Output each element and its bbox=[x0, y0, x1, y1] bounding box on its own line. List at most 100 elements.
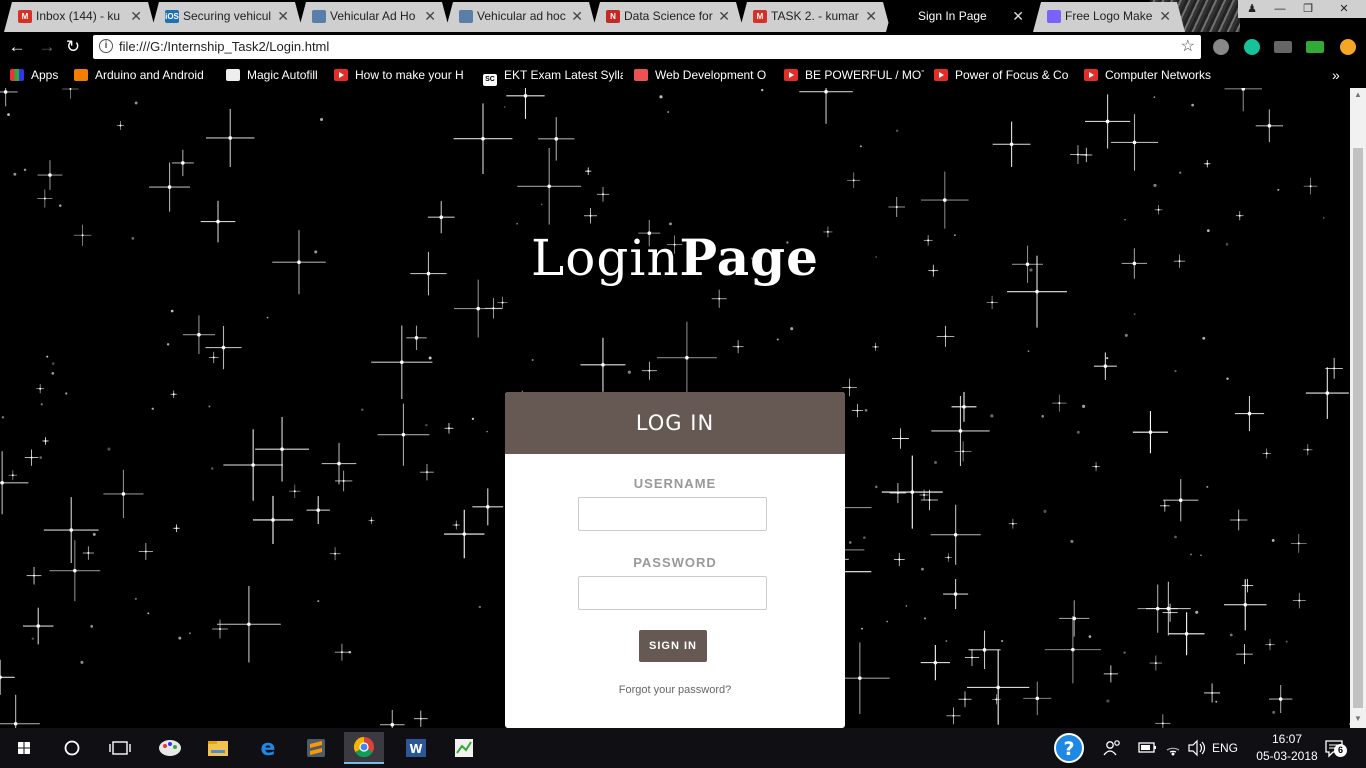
star-dot bbox=[1226, 377, 1229, 380]
minimize-button[interactable]: — bbox=[1266, 0, 1294, 18]
bookmark-item[interactable]: Arduino and Android bbox=[74, 62, 214, 88]
cortana-icon[interactable] bbox=[52, 732, 92, 764]
more-bookmarks-button[interactable]: » bbox=[1332, 62, 1340, 88]
star-sparkle bbox=[1059, 600, 1090, 637]
clock[interactable]: 16:07 05-03-2018 bbox=[1256, 731, 1318, 765]
notepadpp-icon[interactable] bbox=[444, 732, 484, 764]
close-tab-icon[interactable]: ✕ bbox=[865, 2, 877, 30]
edge-icon[interactable]: e bbox=[248, 732, 288, 764]
n-icon: N bbox=[606, 10, 620, 23]
address-bar[interactable]: i file:///G:/Internship_Task2/Login.html… bbox=[93, 35, 1201, 59]
bookmark-item[interactable]: Magic Autofill bbox=[226, 62, 326, 88]
wifi-icon[interactable] bbox=[1163, 728, 1183, 768]
scroll-up-icon[interactable]: ▲ bbox=[1354, 90, 1362, 99]
page-scrollbar[interactable]: ▲ ▼ bbox=[1350, 88, 1366, 728]
close-tab-icon[interactable]: ✕ bbox=[1159, 2, 1171, 30]
star-dot bbox=[65, 392, 68, 395]
star-dot bbox=[39, 456, 43, 459]
battery-icon[interactable] bbox=[1137, 728, 1159, 768]
star-sparkle bbox=[732, 340, 744, 354]
site-info-icon[interactable]: i bbox=[99, 39, 113, 53]
bookmark-item[interactable]: Web Development O bbox=[634, 62, 774, 88]
bookmark-star-icon[interactable]: ☆ bbox=[1181, 35, 1195, 59]
star-sparkle bbox=[711, 289, 727, 308]
bookmarks-bar: Apps Arduino and Android Magic Autofill How… bbox=[0, 62, 1366, 88]
browser-tab[interactable]: M TASK 2. - kumar ✕ bbox=[739, 2, 891, 32]
star-dot bbox=[1106, 699, 1110, 703]
star-sparkle bbox=[1162, 603, 1178, 622]
username-input[interactable] bbox=[578, 497, 767, 531]
star-dot bbox=[170, 309, 174, 313]
task-view-icon[interactable] bbox=[100, 732, 140, 764]
browser-tab-strip: M Inbox (144) - ku ✕ iOS Securing vehicul ✕ Ve… bbox=[0, 0, 1366, 32]
paint-icon[interactable] bbox=[150, 732, 190, 764]
browser-tab[interactable]: Vehicular ad hoc ✕ bbox=[445, 2, 597, 32]
notification-center-icon[interactable]: 6 bbox=[1322, 728, 1350, 768]
bookmark-item[interactable]: Power of Focus & Co bbox=[934, 62, 1074, 88]
star-sparkle bbox=[406, 325, 427, 350]
sublime-icon[interactable] bbox=[296, 732, 336, 764]
browser-tab[interactable]: M Inbox (144) - ku ✕ bbox=[4, 2, 156, 32]
scrollbar-thumb[interactable] bbox=[1353, 148, 1363, 708]
star-sparkle bbox=[1052, 394, 1067, 412]
star-dot bbox=[861, 627, 863, 630]
extension-info-icon[interactable] bbox=[1213, 39, 1229, 55]
bookmark-label: EKT Exam Latest Sylla bbox=[504, 68, 623, 82]
bookmark-item[interactable]: Apps bbox=[10, 62, 70, 88]
chrome-icon[interactable] bbox=[344, 732, 384, 764]
update-icon[interactable] bbox=[1340, 39, 1356, 55]
help-icon[interactable]: ? bbox=[1052, 728, 1086, 768]
close-tab-icon[interactable]: ✕ bbox=[718, 2, 730, 30]
star-dot bbox=[895, 129, 899, 132]
browser-tab[interactable]: Sign In Page ✕ bbox=[886, 2, 1038, 32]
sign-in-button[interactable]: SIGN IN bbox=[639, 630, 707, 662]
star-dot bbox=[886, 620, 889, 623]
star-sparkle bbox=[497, 296, 508, 309]
language-indicator[interactable]: ENG bbox=[1212, 728, 1238, 768]
bookmark-item[interactable]: Computer Networks bbox=[1084, 62, 1214, 88]
scroll-down-icon[interactable]: ▼ bbox=[1354, 714, 1362, 723]
ios-icon: iOS bbox=[165, 12, 179, 21]
forward-icon[interactable]: → bbox=[36, 36, 58, 58]
close-tab-icon[interactable]: ✕ bbox=[571, 2, 583, 30]
grammarly-icon[interactable] bbox=[1244, 39, 1260, 55]
forgot-password-link[interactable]: Forgot your password? bbox=[505, 684, 845, 696]
bookmark-item[interactable]: SC EKT Exam Latest Sylla bbox=[483, 62, 623, 88]
star-dot bbox=[1043, 509, 1047, 513]
address-url[interactable]: file:///G:/Internship_Task2/Login.html bbox=[119, 35, 329, 59]
star-dot bbox=[848, 541, 852, 544]
people-icon[interactable] bbox=[1102, 728, 1122, 768]
star-sparkle bbox=[919, 489, 929, 501]
bookmark-item[interactable]: How to make your H bbox=[334, 62, 474, 88]
close-tab-icon[interactable]: ✕ bbox=[130, 2, 142, 30]
file-explorer-icon[interactable] bbox=[198, 732, 238, 764]
browser-tab[interactable]: Free Logo Make ✕ bbox=[1033, 2, 1185, 32]
star-dot bbox=[531, 358, 534, 362]
close-window-button[interactable]: ✕ bbox=[1322, 0, 1366, 18]
star-sparkle bbox=[1303, 178, 1318, 195]
close-tab-icon[interactable]: ✕ bbox=[1012, 2, 1024, 30]
bookmark-item[interactable]: BE POWERFUL / MOT bbox=[784, 62, 924, 88]
restore-button[interactable]: ❐ bbox=[1294, 0, 1322, 18]
reload-icon[interactable]: ↻ bbox=[62, 36, 84, 58]
star-dot bbox=[1202, 336, 1206, 340]
browser-tab[interactable]: iOS Securing vehicul ✕ bbox=[151, 2, 303, 32]
word-icon[interactable]: W bbox=[396, 732, 436, 764]
browser-tab[interactable]: N Data Science for ✕ bbox=[592, 2, 744, 32]
extension-green-icon[interactable] bbox=[1306, 41, 1324, 53]
login-card: LOG IN USERNAME PASSWORD SIGN IN Forgot … bbox=[505, 392, 845, 728]
user-profile-button[interactable]: ♟ bbox=[1238, 0, 1266, 18]
star-dot bbox=[90, 625, 94, 628]
browser-tab[interactable]: Vehicular Ad Ho ✕ bbox=[298, 2, 450, 32]
sc-icon: SC bbox=[483, 74, 497, 86]
back-icon[interactable]: ← bbox=[6, 36, 28, 58]
star-sparkle bbox=[82, 546, 94, 560]
close-tab-icon[interactable]: ✕ bbox=[424, 2, 436, 30]
password-input[interactable] bbox=[578, 576, 767, 610]
volume-icon[interactable] bbox=[1186, 728, 1208, 768]
close-tab-icon[interactable]: ✕ bbox=[277, 2, 289, 30]
start-icon[interactable] bbox=[4, 732, 44, 764]
star-sparkle bbox=[173, 524, 180, 533]
my-extension-icon[interactable] bbox=[1274, 41, 1292, 53]
apps-grid-icon bbox=[10, 69, 24, 81]
